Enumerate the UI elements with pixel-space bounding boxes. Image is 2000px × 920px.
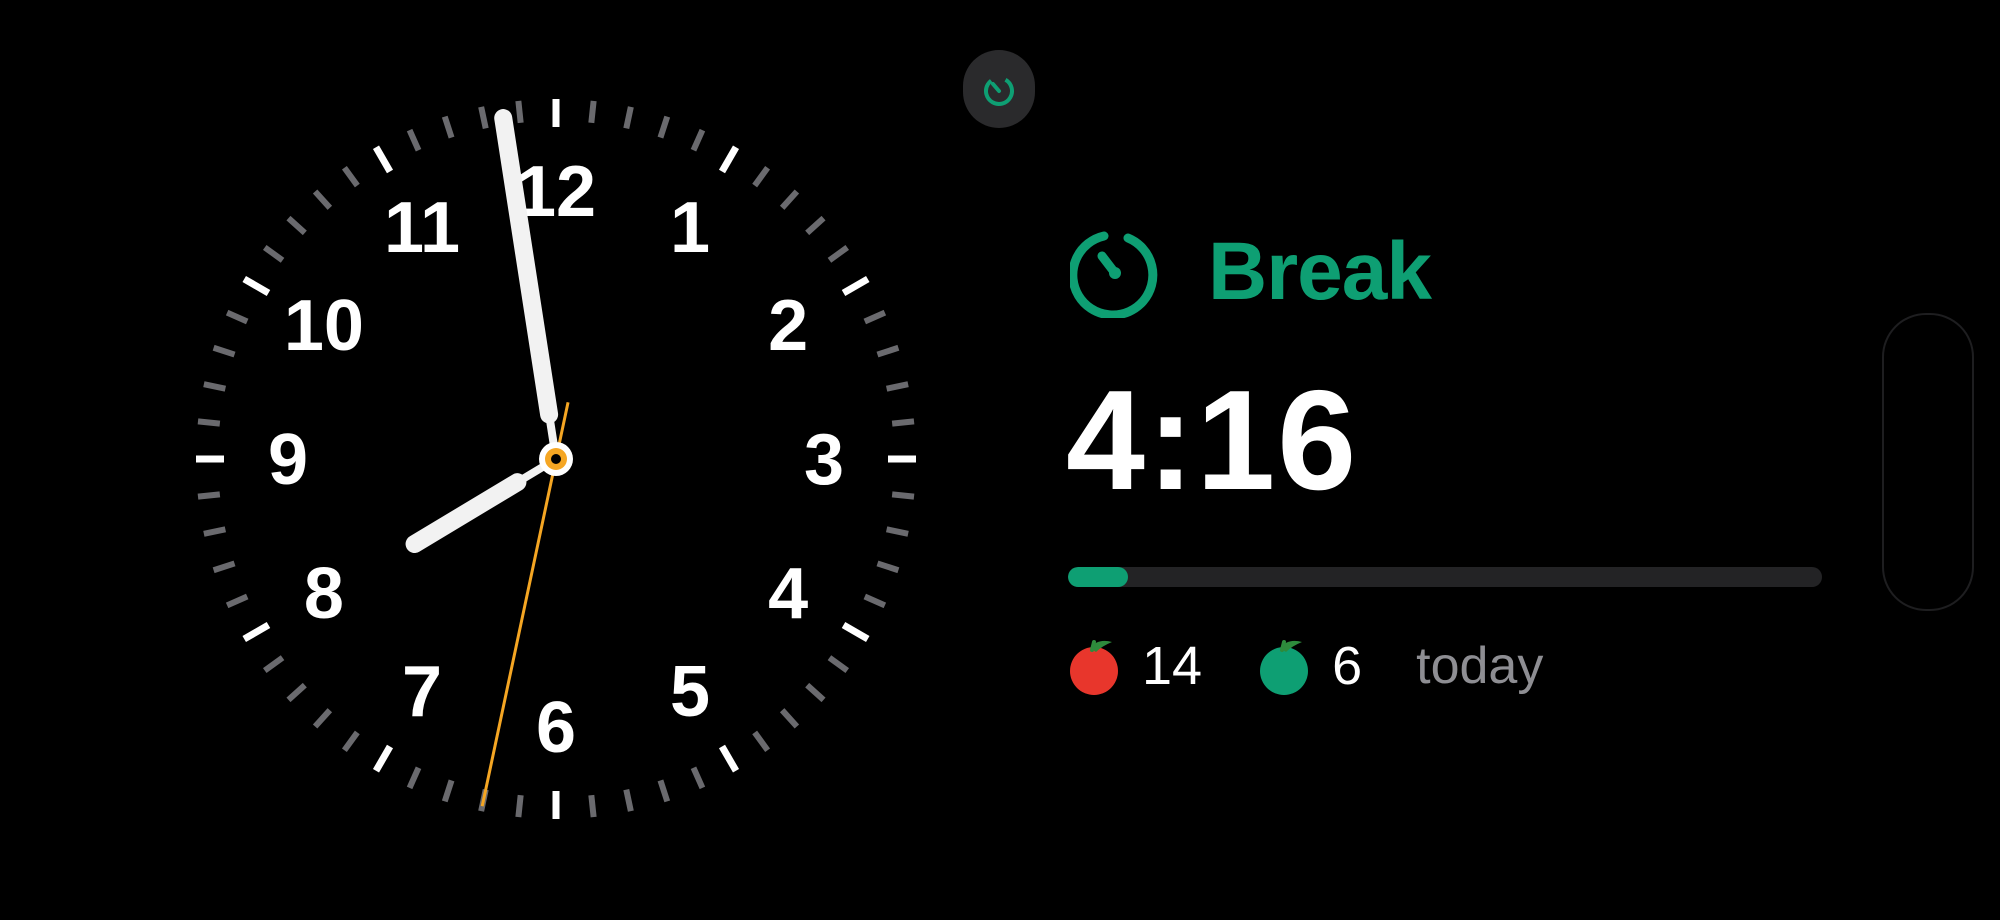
clock-tick xyxy=(406,766,422,790)
clock-tick xyxy=(441,115,455,139)
clock-tick xyxy=(372,744,394,773)
clock-tick xyxy=(690,128,706,152)
clock-tick xyxy=(588,794,597,818)
clock-numeral: 5 xyxy=(670,652,710,732)
clock-tick xyxy=(588,100,597,124)
clock-numeral: 8 xyxy=(304,554,344,634)
stats-row: 14 6 today xyxy=(1068,633,1543,699)
clock-tick xyxy=(312,189,333,210)
clock-numeral: 7 xyxy=(402,652,442,732)
clock-tick xyxy=(312,708,333,729)
clock-numeral: 11 xyxy=(384,188,460,268)
clock-tick xyxy=(242,275,271,297)
clock-tick xyxy=(805,682,826,703)
clock-tick xyxy=(197,491,221,500)
clock-tick xyxy=(863,593,887,609)
clock-tick xyxy=(242,621,271,643)
clock-tick xyxy=(623,788,634,812)
clock-tick xyxy=(441,779,455,803)
clock-tick xyxy=(515,100,524,124)
clock-tick xyxy=(341,730,360,753)
mode-header: Break xyxy=(1070,226,1432,318)
clock-tick xyxy=(657,115,671,139)
clock-tick xyxy=(657,779,671,803)
clock-tick xyxy=(891,418,915,427)
clock-tick xyxy=(262,655,285,674)
countdown-timer: 4:16 xyxy=(1066,361,1359,520)
clock-numeral: 4 xyxy=(768,554,808,634)
clock-tick xyxy=(406,128,422,152)
hour-hand xyxy=(405,473,527,553)
clock-tick xyxy=(286,215,307,236)
clock-tick xyxy=(203,381,227,392)
clock-tick xyxy=(515,794,524,818)
clock-tick xyxy=(718,145,740,174)
clock-tick xyxy=(752,730,771,753)
timer-icon xyxy=(984,76,1014,106)
clock-tick xyxy=(341,165,360,188)
progress-bar xyxy=(1068,567,1822,587)
analog-clock: 12 1234567891011 xyxy=(196,99,916,819)
clock-tick xyxy=(286,682,307,703)
clock-numeral: 10 xyxy=(284,286,364,366)
clock-tick xyxy=(718,744,740,773)
clock-tick xyxy=(225,309,249,325)
status-indicator-pill[interactable] xyxy=(963,50,1035,128)
clock-numeral: 1 xyxy=(670,188,710,268)
progress-fill xyxy=(1068,567,1129,587)
timer-icon xyxy=(1070,231,1158,318)
mode-label: Break xyxy=(1208,226,1432,317)
clock-tick xyxy=(372,145,394,174)
clock-tick xyxy=(779,708,800,729)
clock-tick xyxy=(891,491,915,500)
red-tomato-count: 14 xyxy=(1142,636,1203,696)
green-tomato-icon xyxy=(1260,640,1309,695)
clock-numeral: 6 xyxy=(536,688,576,768)
clock-tick xyxy=(212,560,236,574)
clock-tick xyxy=(212,344,236,358)
clock-tick xyxy=(623,106,634,130)
clock-tick xyxy=(478,106,489,130)
clock-numeral: 3 xyxy=(804,420,844,500)
clock-tick xyxy=(690,766,706,790)
clock-tick xyxy=(262,244,285,263)
clock-tick xyxy=(779,189,800,210)
clock-tick xyxy=(197,418,221,427)
clock-numeral: 9 xyxy=(268,420,308,500)
clock-tick xyxy=(885,381,909,392)
clock-tick xyxy=(841,621,870,643)
clock-tick xyxy=(805,215,826,236)
center-pin xyxy=(551,454,561,464)
clock-tick xyxy=(225,593,249,609)
clock-tick xyxy=(876,344,900,358)
clock-tick xyxy=(827,655,850,674)
clock-tick xyxy=(876,560,900,574)
side-handle[interactable] xyxy=(1882,313,1974,611)
clock-tick xyxy=(841,275,870,297)
clock-numeral: 2 xyxy=(768,286,808,366)
clock-tick xyxy=(863,309,887,325)
period-label: today xyxy=(1416,637,1544,695)
pomodoro-panel: Break 4:16 14 6 today xyxy=(1060,220,1840,720)
clock-tick xyxy=(827,244,850,263)
clock-tick xyxy=(203,526,227,537)
green-tomato-count: 6 xyxy=(1332,636,1363,696)
clock-tick xyxy=(885,526,909,537)
red-tomato-icon xyxy=(1070,640,1118,695)
clock-tick xyxy=(752,165,771,188)
